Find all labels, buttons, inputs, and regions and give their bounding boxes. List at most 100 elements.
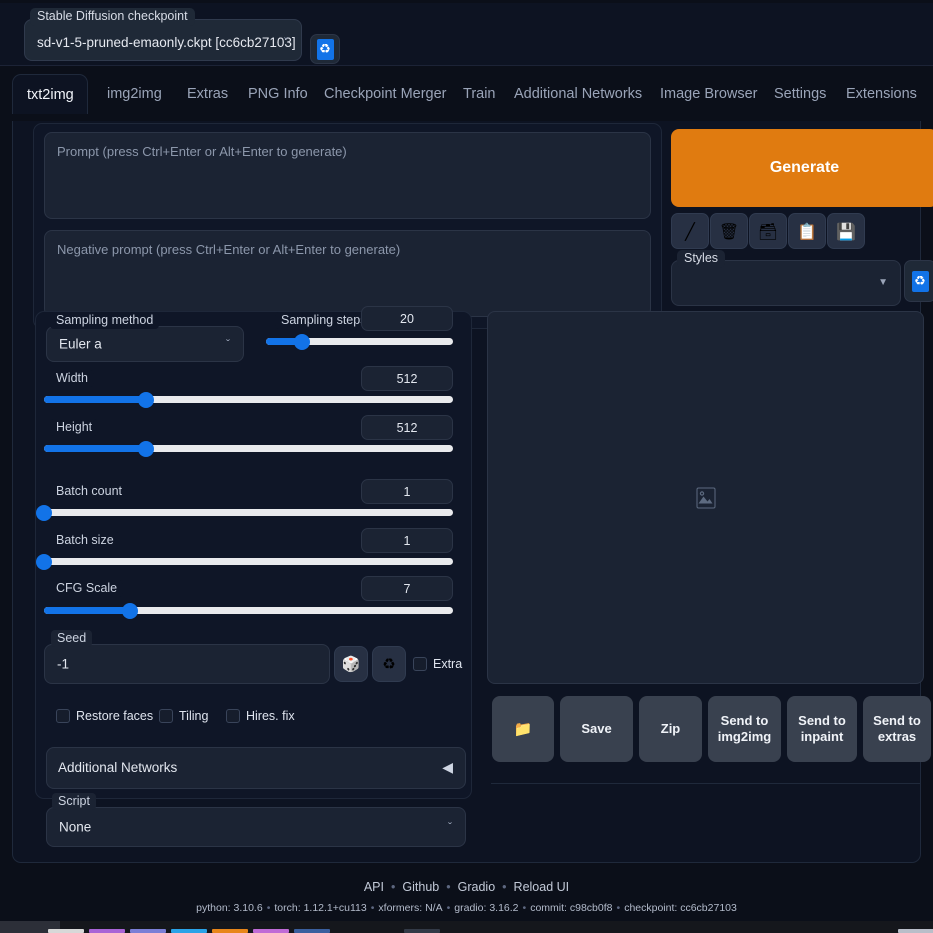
image-preview-area[interactable] [487, 311, 924, 684]
save-button-label: Save [581, 721, 612, 736]
separator: • [616, 902, 621, 914]
taskbar-item[interactable] [48, 929, 84, 933]
zip-button[interactable]: Zip [639, 696, 702, 762]
tab-extensions[interactable]: Extensions [832, 74, 924, 114]
negative-prompt-placeholder: Negative prompt (press Ctrl+Enter or Alt… [57, 242, 401, 257]
clipboard-button[interactable]: 📋 [788, 213, 826, 249]
height-value[interactable]: 512 [361, 415, 453, 440]
tab-train[interactable]: Train [449, 74, 501, 114]
trash-button[interactable]: 🗑 [710, 213, 748, 249]
taskbar-item[interactable] [294, 929, 330, 933]
refresh-styles-button[interactable]: ♻ [904, 260, 933, 302]
taskbar-item[interactable] [253, 929, 289, 933]
slider-knob[interactable] [36, 553, 52, 570]
taskbar-item[interactable] [130, 929, 166, 933]
taskbar-item[interactable] [404, 929, 440, 933]
cfg-scale-value[interactable]: 7 [361, 576, 453, 601]
generate-button[interactable]: Generate [671, 129, 933, 207]
os-taskbar[interactable] [0, 921, 933, 933]
stable-diffusion-webui: Stable Diffusion checkpoint sd-v1-5-prun… [0, 0, 933, 933]
random-seed-dice-button[interactable]: 🎲 [334, 646, 368, 682]
checkpoint-dropdown[interactable]: Stable Diffusion checkpoint sd-v1-5-prun… [24, 8, 302, 61]
sampling-method-dropdown[interactable]: Euler a ˇ [46, 326, 244, 362]
trash-icon: 🗑 [718, 221, 740, 241]
version-item: torch: 1.12.1+cu113 [274, 902, 367, 914]
paintbrush-button[interactable]: ╱ [671, 213, 709, 249]
send-to-inpaint-button-label: Send to inpaint [798, 713, 846, 744]
seed-input[interactable]: -1 [44, 644, 330, 684]
batch-count-slider[interactable] [36, 504, 453, 521]
height-slider[interactable] [44, 440, 453, 457]
cfg-scale-slider[interactable] [44, 602, 453, 619]
script-dropdown[interactable]: None ˇ [46, 807, 466, 847]
positive-prompt-input[interactable]: Prompt (press Ctrl+Enter or Alt+Enter to… [44, 132, 651, 219]
tab-settings[interactable]: Settings [760, 74, 832, 114]
checkbox-restore-faces[interactable] [56, 709, 70, 723]
negative-prompt-input[interactable]: Negative prompt (press Ctrl+Enter or Alt… [44, 230, 651, 317]
styles-label: Styles [677, 250, 726, 268]
checkbox-tiling[interactable] [159, 709, 173, 723]
taskbar-item[interactable] [171, 929, 207, 933]
width-slider[interactable] [44, 391, 453, 408]
send-to-extras-button-label: Send to extras [873, 713, 921, 744]
tab-img2img[interactable]: img2img [93, 74, 169, 114]
slider-knob[interactable] [293, 333, 310, 350]
sampling-steps-slider[interactable] [266, 333, 453, 350]
footer-link-gradio[interactable]: Gradio [458, 880, 496, 894]
separator: • [446, 902, 451, 914]
additional-networks-title: Additional Networks [58, 760, 178, 775]
slider-knob[interactable] [121, 602, 138, 619]
slider-knob[interactable] [138, 440, 155, 457]
slider-knob[interactable] [138, 391, 155, 408]
slider-knob[interactable] [36, 504, 52, 521]
send-to-inpaint-button[interactable]: Send to inpaint [787, 696, 857, 762]
send-to-img2img-button[interactable]: Send to img2img [708, 696, 781, 762]
batch-size-value[interactable]: 1 [361, 528, 453, 553]
tab-checkpoint-merger[interactable]: Checkpoint Merger [310, 74, 450, 114]
taskbar-item[interactable] [898, 929, 933, 933]
taskbar-item[interactable] [89, 929, 125, 933]
sampling-steps-value[interactable]: 20 [361, 306, 453, 331]
tab-additional-networks[interactable]: Additional Networks [500, 74, 652, 114]
footer-link-api[interactable]: API [364, 880, 384, 894]
send-to-extras-button[interactable]: Send to extras [863, 696, 931, 762]
card-file-box-button[interactable]: 🗃 [749, 213, 787, 249]
version-item: gradio: 3.16.2 [454, 902, 519, 914]
tab-image-browser[interactable]: Image Browser [646, 74, 764, 114]
taskbar-item[interactable] [212, 929, 248, 933]
tab-png-info[interactable]: PNG Info [234, 74, 310, 114]
additional-networks-accordion[interactable]: Additional Networks ◀ [46, 747, 466, 789]
footer-links: API • Github • Gradio • Reload UI [0, 880, 933, 894]
card-file-box-icon: 🗃 [757, 221, 779, 241]
width-value[interactable]: 512 [361, 366, 453, 391]
output-panel: 📁 Save Zip Send to img2img Send to inpaint Se… [487, 311, 931, 799]
floppy-disk-button[interactable]: 💾 [827, 213, 865, 249]
footer-versions: python: 3.10.6 • torch: 1.12.1+cu113 • xform… [0, 902, 933, 914]
footer-link-reload-ui[interactable]: Reload UI [514, 880, 570, 894]
txt2img-panel: Prompt (press Ctrl+Enter or Alt+Enter to… [12, 121, 933, 863]
batch-size-slider[interactable] [36, 553, 453, 570]
slider-fill [44, 396, 147, 403]
checkbox-label-hires-fix: Hires. fix [246, 709, 295, 723]
version-item: python: 3.10.6 [196, 902, 263, 914]
sampling-method-value: Euler a [59, 336, 102, 352]
footer-link-github[interactable]: Github [402, 880, 439, 894]
batch-count-label: Batch count [50, 483, 129, 500]
styles-dropdown[interactable]: Styles ▼ [671, 250, 901, 306]
save-button[interactable]: Save [560, 696, 633, 762]
zip-button-label: Zip [660, 721, 681, 736]
separator: • [502, 880, 507, 894]
checkbox-hires-fix[interactable] [226, 709, 240, 723]
batch-count-value[interactable]: 1 [361, 479, 453, 504]
seed-value: -1 [57, 656, 70, 672]
refresh-checkpoint-button[interactable]: ♻ [310, 34, 340, 64]
extra-checkbox[interactable] [413, 657, 427, 671]
open-folder-button[interactable]: 📁 [492, 696, 554, 762]
width-label: Width [50, 370, 94, 387]
reuse-seed-recycle-button[interactable]: ♻ [372, 646, 406, 682]
top-checkpoint-bar: Stable Diffusion checkpoint sd-v1-5-prun… [0, 3, 933, 66]
tab-txt2img[interactable]: txt2img [12, 74, 88, 114]
slider-fill [44, 607, 130, 614]
sampling-method-label: Sampling method [50, 312, 160, 329]
tab-extras[interactable]: Extras [173, 74, 235, 114]
